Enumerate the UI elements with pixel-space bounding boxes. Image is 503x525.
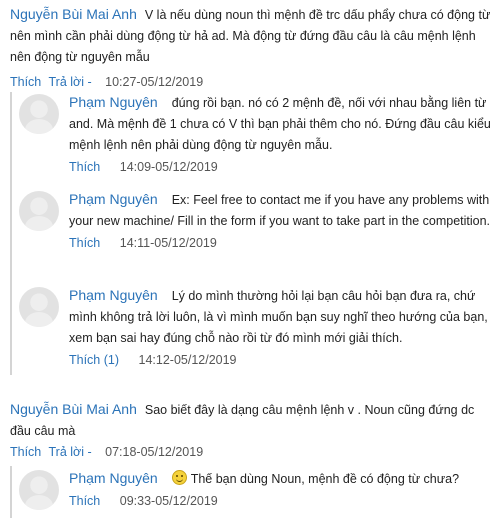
comment: Nguyễn Bùi Mai Anh V là nếu dùng noun thì… (0, 4, 503, 68)
reply-author[interactable]: Phạm Nguyên (69, 470, 158, 486)
comment-meta: Thích Trả lời - 10:27-05/12/2019 (0, 72, 503, 92)
reply-body: Phạm Nguyên đúng rồi bạn. nó có 2 mệnh đề… (69, 92, 494, 177)
comment-thread: Nguyễn Bùi Mai Anh V là nếu dùng noun thì… (0, 4, 503, 92)
reply-timestamp: 09:33-05/12/2019 (119, 494, 218, 508)
reply-meta: Thích 09:33-05/12/2019 (69, 491, 494, 511)
smile-emoji-icon (171, 470, 187, 485)
like-button[interactable]: Thích (69, 160, 100, 174)
reply-timestamp: 14:09-05/12/2019 (119, 160, 218, 174)
avatar[interactable] (19, 191, 59, 231)
reply-timestamp: 14:11-05/12/2019 (119, 236, 217, 250)
avatar[interactable] (19, 470, 59, 510)
reply-text: Thế bạn dùng Noun, mệnh đề có động từ ch… (190, 472, 460, 486)
reply-meta: Thích 14:11-05/12/2019 (69, 233, 494, 253)
like-button[interactable]: Thích (10, 75, 41, 89)
comment-author[interactable]: Nguyễn Bùi Mai Anh (10, 401, 137, 417)
replies-list: Phạm Nguyên Thế bạn dùng Noun, mệnh đề có… (10, 466, 502, 518)
avatar[interactable] (19, 287, 59, 327)
reply-timestamp: 14:12-05/12/2019 (138, 353, 237, 367)
reply-button[interactable]: Trả lời - (49, 75, 92, 89)
reply-body: Phạm Nguyên Ex: Feel free to contact me i… (69, 189, 494, 253)
comment-meta: Thích Trả lời - 07:18-05/12/2019 (0, 442, 503, 462)
reply-button[interactable]: Trả lời - (49, 445, 92, 459)
reply-author[interactable]: Phạm Nguyên (69, 94, 158, 110)
like-button[interactable]: Thích (1) (69, 353, 119, 367)
reply-author[interactable]: Phạm Nguyên (69, 287, 158, 303)
reply-meta: Thích (1) 14:12-05/12/2019 (69, 350, 494, 370)
like-button[interactable]: Thích (69, 236, 100, 250)
avatar[interactable] (19, 94, 59, 134)
reply-body: Phạm Nguyên Lý do mình thường hỏi lại bạn… (69, 285, 494, 370)
like-button[interactable]: Thích (69, 494, 100, 508)
comment-author[interactable]: Nguyễn Bùi Mai Anh (10, 6, 137, 22)
comment: Nguyễn Bùi Mai Anh Sao biết đây là dạng c… (0, 399, 503, 442)
comment-timestamp: 10:27-05/12/2019 (105, 75, 204, 89)
like-button[interactable]: Thích (10, 445, 41, 459)
replies-list: Phạm Nguyên đúng rồi bạn. nó có 2 mệnh đề… (10, 92, 502, 375)
reply-body: Phạm Nguyên Thế bạn dùng Noun, mệnh đề có… (69, 468, 494, 511)
comment-thread: Nguyễn Bùi Mai Anh Sao biết đây là dạng c… (0, 399, 503, 462)
reply-author[interactable]: Phạm Nguyên (69, 191, 158, 207)
comment-timestamp: 07:18-05/12/2019 (105, 445, 204, 459)
reply-meta: Thích 14:09-05/12/2019 (69, 157, 494, 177)
